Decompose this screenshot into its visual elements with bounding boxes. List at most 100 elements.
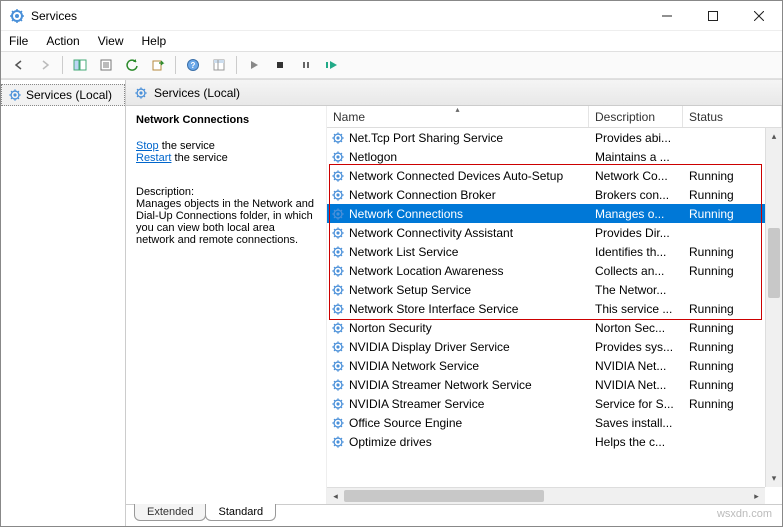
service-row[interactable]: NVIDIA Streamer Network ServiceNVIDIA Ne… [327,375,782,394]
restart-service-button[interactable] [320,54,344,76]
view-details-button[interactable] [207,54,231,76]
service-name: Network Setup Service [349,283,471,297]
menu-file[interactable]: File [7,34,30,48]
scroll-down-button[interactable]: ▾ [766,470,782,487]
gear-icon [331,378,345,392]
service-desc: Provides abi... [589,131,683,145]
service-desc: This service ... [589,302,683,316]
gear-icon [331,226,345,240]
service-desc: Provides Dir... [589,226,683,240]
export-button[interactable] [146,54,170,76]
services-list: Name▴ Description Status Net.Tcp Port Sh… [326,106,782,504]
menubar: File Action View Help [1,31,782,51]
col-description[interactable]: Description [589,106,683,127]
service-name: Network Connectivity Assistant [349,226,513,240]
service-desc: Collects an... [589,264,683,278]
scroll-up-button[interactable]: ▴ [766,128,782,145]
toolbar: ? [1,51,782,79]
service-row[interactable]: Network Connection BrokerBrokers con...R… [327,185,782,204]
service-desc: Norton Sec... [589,321,683,335]
gear-icon [8,88,22,102]
service-row[interactable]: NVIDIA Network ServiceNVIDIA Net...Runni… [327,356,782,375]
service-row[interactable]: Office Source Engine Saves install... [327,413,782,432]
forward-button[interactable] [33,54,57,76]
service-name: NVIDIA Streamer Network Service [349,378,532,392]
scroll-left-button[interactable]: ◂ [327,491,344,502]
detail-pane: Network Connections Stop the service Res… [126,106,326,504]
service-desc: NVIDIA Net... [589,359,683,373]
right-pane-header: Services (Local) [126,80,782,106]
stop-service-button[interactable] [268,54,292,76]
description-label: Description: [136,186,316,198]
service-row[interactable]: Optimize drivesHelps the c... [327,432,782,451]
gear-icon [331,264,345,278]
service-row[interactable]: Network List ServiceIdentifies th...Runn… [327,242,782,261]
minimize-button[interactable] [644,1,690,30]
gear-icon [331,188,345,202]
col-name[interactable]: Name▴ [327,106,589,127]
service-row[interactable]: Network Store Interface Service This serv… [327,299,782,318]
service-desc: Saves install... [589,416,683,430]
service-row[interactable]: Norton SecurityNorton Sec...Running [327,318,782,337]
gear-icon [331,150,345,164]
menu-action[interactable]: Action [44,34,81,48]
service-row[interactable]: Net.Tcp Port Sharing Service Provides abi… [327,128,782,147]
gear-icon [331,302,345,316]
close-button[interactable] [736,1,782,30]
service-name: Network List Service [349,245,458,259]
service-name: Netlogon [349,150,397,164]
list-header: Name▴ Description Status [327,106,782,128]
service-row[interactable]: Network Connected Devices Auto-Setup Netw… [327,166,782,185]
service-name: Norton Security [349,321,432,335]
help-button[interactable]: ? [181,54,205,76]
service-name: Network Store Interface Service [349,302,518,316]
tab-standard[interactable]: Standard [205,504,276,521]
menu-help[interactable]: Help [140,34,169,48]
service-desc: Identifies th... [589,245,683,259]
show-hide-tree-button[interactable] [68,54,92,76]
service-row[interactable]: Network ConnectionsManages o...Running [327,204,782,223]
refresh-button[interactable] [120,54,144,76]
gear-icon [331,321,345,335]
stop-link[interactable]: Stop [136,140,159,152]
maximize-button[interactable] [690,1,736,30]
scroll-right-button[interactable]: ▸ [748,491,765,502]
watermark: wsxdn.com [717,508,772,520]
service-desc: Manages o... [589,207,683,221]
service-desc: The Networ... [589,283,683,297]
vertical-scrollbar[interactable]: ▴ ▾ [765,128,782,487]
service-name: NVIDIA Network Service [349,359,479,373]
service-row[interactable]: NVIDIA Display Driver ServiceProvides sy… [327,337,782,356]
gear-icon [331,416,345,430]
service-row[interactable]: NVIDIA Streamer ServiceService for S...R… [327,394,782,413]
pause-service-button[interactable] [294,54,318,76]
service-desc: Helps the c... [589,435,683,449]
service-row[interactable]: Network Location AwarenessCollects an...… [327,261,782,280]
start-service-button[interactable] [242,54,266,76]
sort-asc-icon: ▴ [455,106,459,114]
tree-item-label: Services (Local) [26,88,112,102]
service-name: Net.Tcp Port Sharing Service [349,131,503,145]
scroll-thumb[interactable] [768,228,780,298]
back-button[interactable] [7,54,31,76]
tree-item-services-local[interactable]: Services (Local) [1,84,125,106]
service-row[interactable]: NetlogonMaintains a ... [327,147,782,166]
service-name: Network Connected Devices Auto-Setup [349,169,563,183]
stop-suffix: the service [162,140,215,152]
service-desc: Network Co... [589,169,683,183]
service-name: Network Connection Broker [349,188,496,202]
service-row[interactable]: Network Setup Service The Networ... [327,280,782,299]
col-status[interactable]: Status [683,106,782,127]
scroll-thumb-h[interactable] [344,490,544,502]
properties-button[interactable] [94,54,118,76]
menu-view[interactable]: View [96,34,126,48]
service-name: Office Source Engine [349,416,462,430]
restart-link[interactable]: Restart [136,152,171,164]
service-row[interactable]: Network Connectivity Assistant Provides D… [327,223,782,242]
gear-icon [331,245,345,259]
description-text: Manages objects in the Network and Dial-… [136,198,316,246]
gear-icon [331,169,345,183]
horizontal-scrollbar[interactable]: ◂ ▸ [327,487,765,504]
gear-icon [331,340,345,354]
tab-extended[interactable]: Extended [134,504,206,521]
